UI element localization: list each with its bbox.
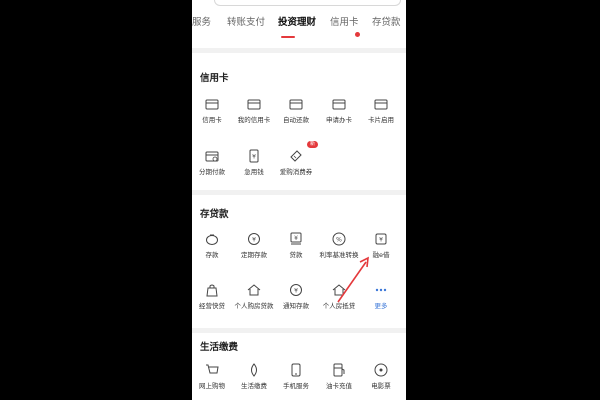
grid-item-installment[interactable]: 分期付款 xyxy=(192,148,233,176)
svg-text:¥: ¥ xyxy=(379,237,383,244)
grid-item-label: 贷款 xyxy=(289,251,303,259)
grid-item-label: 分期付款 xyxy=(199,168,225,176)
grid-item-living-payment[interactable]: 生活缴费 xyxy=(233,362,275,390)
card-icon xyxy=(332,99,346,110)
grid-item-label: 通知存款 xyxy=(283,302,309,310)
grid-item-loan[interactable]: ¥ 贷款 xyxy=(275,231,317,259)
grid-item-online-shopping[interactable]: 网上购物 xyxy=(192,362,233,390)
grid-item-fuel-card[interactable]: 油卡充值 xyxy=(318,362,360,390)
grid-item-label: 经营快贷 xyxy=(199,302,225,310)
grid-item-auto-repay[interactable]: 自动还款 xyxy=(275,96,317,124)
annotation-arrow-icon xyxy=(337,256,369,303)
percent-icon: % xyxy=(332,232,346,246)
money-icon: ¥ xyxy=(249,149,259,163)
grid-item-label: 生活缴费 xyxy=(241,382,267,390)
loan-app-icon: ¥ xyxy=(375,233,387,245)
tab-credit-card[interactable]: 信用卡 xyxy=(330,14,359,28)
grid-item-label: 油卡充值 xyxy=(326,382,352,390)
grid-item-label: 卡片启用 xyxy=(368,116,394,124)
divider xyxy=(192,328,406,333)
section-title-credit-card: 信用卡 xyxy=(200,73,229,84)
grid-item-label: 定期存款 xyxy=(241,251,267,259)
divider xyxy=(192,190,406,195)
tab-investment[interactable]: 投资理财 xyxy=(278,14,316,28)
piggy-bank-icon xyxy=(206,234,218,245)
grid-item-label: 爱购消费券 xyxy=(279,168,313,176)
grid-item-card-activation[interactable]: 卡片启用 xyxy=(360,96,402,124)
phone-screen: 服务 转账支付 投资理财 信用卡 存贷款 信用卡 信用卡 我的信用卡 自动还款 … xyxy=(192,0,406,400)
grid-item-fixed-deposit[interactable]: ¥ 定期存款 xyxy=(233,231,275,259)
bag-icon xyxy=(206,284,218,297)
divider xyxy=(192,48,406,53)
cart-icon xyxy=(206,364,219,374)
svg-text:¥: ¥ xyxy=(294,235,298,242)
active-tab-indicator xyxy=(281,36,295,38)
grid-item-urgent-money[interactable]: ¥ 急用钱 xyxy=(233,148,275,176)
grid-item-label: 个人购房贷款 xyxy=(234,302,274,310)
section-title-living-payment: 生活缴费 xyxy=(200,342,239,353)
notification-dot xyxy=(355,32,360,37)
tab-transfer-payment[interactable]: 转账支付 xyxy=(227,14,265,28)
grid-item-home-loan[interactable]: 个人购房贷款 xyxy=(233,282,275,310)
grid-item-label: 自动还款 xyxy=(283,116,309,124)
svg-text:¥: ¥ xyxy=(252,154,256,161)
grid-item-label: 急用钱 xyxy=(244,168,264,176)
fuel-icon xyxy=(333,363,345,377)
yuan-coin-icon: ¥ xyxy=(290,284,302,296)
category-tabs: 服务 转账支付 投资理财 信用卡 存贷款 xyxy=(192,14,406,40)
grid-item-label: 电影票 xyxy=(371,382,391,390)
grid-item-my-credit-card[interactable]: 我的信用卡 xyxy=(233,96,275,124)
film-icon xyxy=(374,363,388,377)
grid-item-label: 申请办卡 xyxy=(326,116,352,124)
grid-item-consumer-voucher[interactable]: 爱购消费券 xyxy=(275,148,317,176)
card-icon xyxy=(247,99,261,110)
grid-item-label: 我的信用卡 xyxy=(237,116,271,124)
ticket-icon xyxy=(290,150,302,162)
grid-item-label: 手机服务 xyxy=(283,382,309,390)
house-icon xyxy=(247,284,261,296)
grid-item-notice-deposit[interactable]: ¥ 通知存款 xyxy=(275,282,317,310)
new-badge: 新 xyxy=(307,141,318,148)
grid-item-label: 信用卡 xyxy=(202,116,222,124)
svg-text:%: % xyxy=(336,237,342,244)
grid-item-label: 网上购物 xyxy=(199,382,225,390)
grid-item-mobile-service[interactable]: 手机服务 xyxy=(275,362,317,390)
grid-item-movie-ticket[interactable]: 电影票 xyxy=(360,362,402,390)
grid-item-label: 存款 xyxy=(205,251,219,259)
yuan-coin-icon: ¥ xyxy=(248,233,260,245)
card-icon xyxy=(289,99,303,110)
tab-deposit-loan[interactable]: 存贷款 xyxy=(372,14,401,28)
card-clock-icon xyxy=(205,151,219,162)
svg-text:¥: ¥ xyxy=(252,237,256,244)
more-dots-icon xyxy=(375,288,387,292)
grid-item-apply-card[interactable]: 申请办卡 xyxy=(318,96,360,124)
loan-icon: ¥ xyxy=(290,232,302,245)
card-icon xyxy=(205,99,219,110)
section-title-deposit-loan: 存贷款 xyxy=(200,209,229,220)
grid-item-business-loan[interactable]: 经营快贷 xyxy=(192,282,233,310)
drop-icon xyxy=(251,363,257,377)
grid-item-deposit[interactable]: 存款 xyxy=(192,231,233,259)
grid-item-credit-card[interactable]: 信用卡 xyxy=(192,96,233,124)
card-icon xyxy=(374,99,388,110)
search-bar-edge[interactable] xyxy=(214,0,401,6)
svg-text:¥: ¥ xyxy=(294,288,298,295)
phone-icon xyxy=(291,363,301,377)
tab-service[interactable]: 服务 xyxy=(192,14,211,28)
